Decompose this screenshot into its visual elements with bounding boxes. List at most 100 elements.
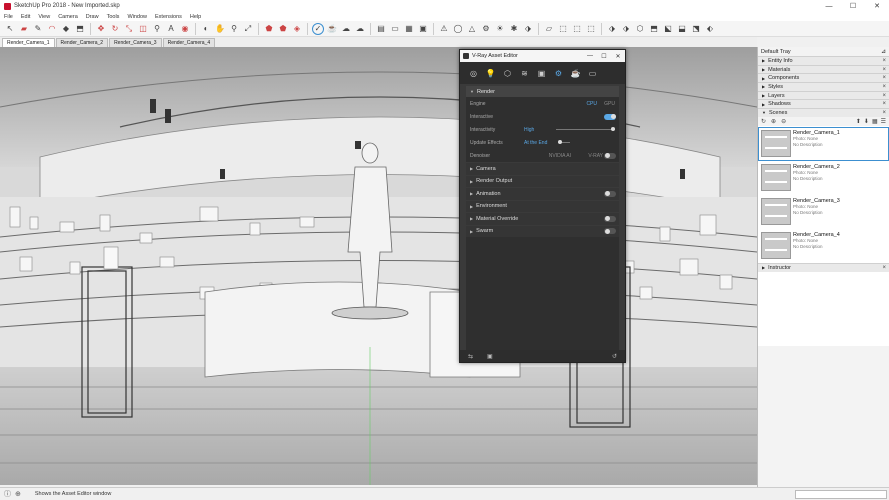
swarm-toggle[interactable]: [604, 228, 616, 235]
view-iso-icon[interactable]: ⬡: [634, 23, 646, 35]
tray-panel-components[interactable]: ▶ Components ×: [758, 73, 889, 83]
rotate-icon[interactable]: ↻: [109, 23, 121, 35]
environment-section-header[interactable]: ▶ Environment: [466, 199, 619, 212]
pan-icon[interactable]: ✋: [214, 23, 226, 35]
push-pull-icon[interactable]: ⬒: [74, 23, 86, 35]
fur-icon[interactable]: ⬚: [585, 23, 597, 35]
panel-close-icon[interactable]: ×: [882, 84, 886, 90]
lister-icon[interactable]: ▦: [403, 23, 415, 35]
remove-scene-icon[interactable]: ⊖: [781, 118, 786, 125]
tray-panel-styles[interactable]: ▶ Styles ×: [758, 82, 889, 91]
teapot-cloud-icon[interactable]: ☁: [340, 23, 352, 35]
cloud-icon[interactable]: ☁: [354, 23, 366, 35]
vray-close-icon[interactable]: ✕: [611, 50, 625, 62]
reset-settings-icon[interactable]: ↺: [612, 353, 617, 360]
update-effects-slider[interactable]: [558, 140, 570, 144]
move-scene-down-icon[interactable]: ⬇: [864, 118, 869, 125]
move-scene-up-icon[interactable]: ⬆: [856, 118, 861, 125]
scene-tab-render-camera-4[interactable]: Render_Camera_4: [162, 38, 216, 47]
select-icon[interactable]: ↖: [4, 23, 16, 35]
update-scene-icon[interactable]: ↻: [761, 118, 766, 125]
scene-tab-render-camera-2[interactable]: Render_Camera_2: [55, 38, 109, 47]
slider-knob[interactable]: [558, 140, 562, 144]
shape-icon[interactable]: ◆: [60, 23, 72, 35]
textures-category-icon[interactable]: ≋: [519, 68, 530, 79]
render-section-header[interactable]: ▼ Render: [466, 86, 619, 97]
zoom-icon[interactable]: ⚲: [228, 23, 240, 35]
view-top-icon[interactable]: ⬒: [648, 23, 660, 35]
scene-tab-render-camera-3[interactable]: Render_Camera_3: [109, 38, 162, 47]
slider-knob[interactable]: [611, 127, 615, 131]
vray-maximize-icon[interactable]: ☐: [597, 50, 611, 62]
scene-tab-render-camera-1[interactable]: Render_Camera_1: [2, 38, 55, 47]
zoom-extents-icon[interactable]: ⤢: [242, 23, 254, 35]
vray-frame-icon[interactable]: ◈: [291, 23, 303, 35]
panel-close-icon[interactable]: ×: [882, 67, 886, 73]
view-front-icon[interactable]: ⬕: [662, 23, 674, 35]
view-options-icon[interactable]: ▦: [872, 118, 878, 125]
menu-edit[interactable]: Edit: [21, 14, 30, 20]
ies-light-icon[interactable]: ⚙: [480, 23, 492, 35]
panel-close-icon[interactable]: ×: [882, 265, 886, 271]
tray-panel-shadows[interactable]: ▶ Shadows ×: [758, 99, 889, 109]
minimize-icon[interactable]: —: [817, 0, 841, 12]
scene-list-item[interactable]: Render_Camera_3 Photo: None No Descripti…: [758, 195, 889, 229]
scene-list-item[interactable]: Render_Camera_1 Photo: None No Descripti…: [758, 126, 889, 161]
menu-window[interactable]: Window: [127, 14, 147, 20]
denoiser-toggle[interactable]: [604, 152, 616, 159]
settings-category-icon[interactable]: ⚙: [553, 68, 564, 79]
maximize-icon[interactable]: ☐: [841, 0, 865, 12]
menu-view[interactable]: View: [38, 14, 50, 20]
panel-close-icon[interactable]: ×: [882, 101, 886, 107]
tray-panel-entity-info[interactable]: ▶ Entity Info ×: [758, 56, 889, 65]
open-file-icon[interactable]: ⇆: [468, 353, 473, 360]
proxy-import-icon[interactable]: ⬚: [571, 23, 583, 35]
rect-light-icon[interactable]: ◯: [452, 23, 464, 35]
material-override-toggle[interactable]: [604, 215, 616, 222]
model-viewport[interactable]: [0, 47, 757, 485]
interactive-render-icon[interactable]: ☕: [570, 68, 581, 79]
panel-close-icon[interactable]: ×: [882, 93, 886, 99]
frame-buffer-icon[interactable]: ▤: [375, 23, 387, 35]
vray-asset-editor-icon[interactable]: ✓: [312, 22, 324, 35]
tray-panel-layers[interactable]: ▶ Layers ×: [758, 90, 889, 100]
frame-buffer-icon[interactable]: ▭: [587, 68, 598, 79]
geometry-category-icon[interactable]: ⬡: [502, 68, 513, 79]
scene-list-item[interactable]: Render_Camera_2 Photo: None No Descripti…: [758, 161, 889, 195]
eraser-icon[interactable]: ▰: [18, 23, 30, 35]
menu-help[interactable]: Help: [190, 14, 201, 20]
menu-file[interactable]: File: [4, 14, 13, 20]
tray-panel-materials[interactable]: ▶ Materials ×: [758, 64, 889, 74]
vray-interactive-icon[interactable]: ⬟: [277, 23, 289, 35]
material-override-section-header[interactable]: ▶ Material Override: [466, 212, 619, 225]
measurements-box[interactable]: [795, 490, 887, 499]
menu-camera[interactable]: Camera: [58, 14, 78, 20]
section-plane-icon[interactable]: ⬗: [606, 23, 618, 35]
add-scene-icon[interactable]: ⊕: [771, 118, 776, 125]
swarm-section-header[interactable]: ▶ Swarm: [466, 224, 619, 237]
view-left-icon[interactable]: ⬖: [704, 23, 716, 35]
omni-light-icon[interactable]: ☀: [494, 23, 506, 35]
vray-render-icon[interactable]: ⬟: [263, 23, 275, 35]
info-icon[interactable]: ⓘ: [4, 489, 11, 499]
tray-panel-scenes[interactable]: ▼ Scenes ×: [758, 108, 889, 117]
offset-icon[interactable]: ◫: [137, 23, 149, 35]
vray-minimize-icon[interactable]: —: [583, 50, 597, 62]
vray-title-bar[interactable]: V-Ray Asset Editor — ☐ ✕: [460, 50, 625, 62]
proxy-export-icon[interactable]: ⬚: [557, 23, 569, 35]
paint-icon[interactable]: ◉: [179, 23, 191, 35]
render-elements-category-icon[interactable]: ▣: [536, 68, 547, 79]
interactive-toggle[interactable]: [604, 113, 616, 120]
render-region-icon[interactable]: ▣: [417, 23, 429, 35]
view-right-icon[interactable]: ⬓: [676, 23, 688, 35]
camera-section-header[interactable]: ▶ Camera: [466, 162, 619, 175]
panel-close-icon[interactable]: ×: [882, 75, 886, 81]
scale-icon[interactable]: ⤡: [123, 23, 135, 35]
move-icon[interactable]: ✥: [95, 23, 107, 35]
engine-cpu-option[interactable]: CPU: [586, 101, 597, 107]
geo-location-icon[interactable]: ⊕: [15, 490, 21, 498]
text-icon[interactable]: A: [165, 23, 177, 35]
scene-list-item[interactable]: Render_Camera_4 Photo: None No Descripti…: [758, 229, 889, 263]
tray-panel-instructor[interactable]: ▶ Instructor ×: [758, 262, 889, 272]
arc-icon[interactable]: ◠: [46, 23, 58, 35]
